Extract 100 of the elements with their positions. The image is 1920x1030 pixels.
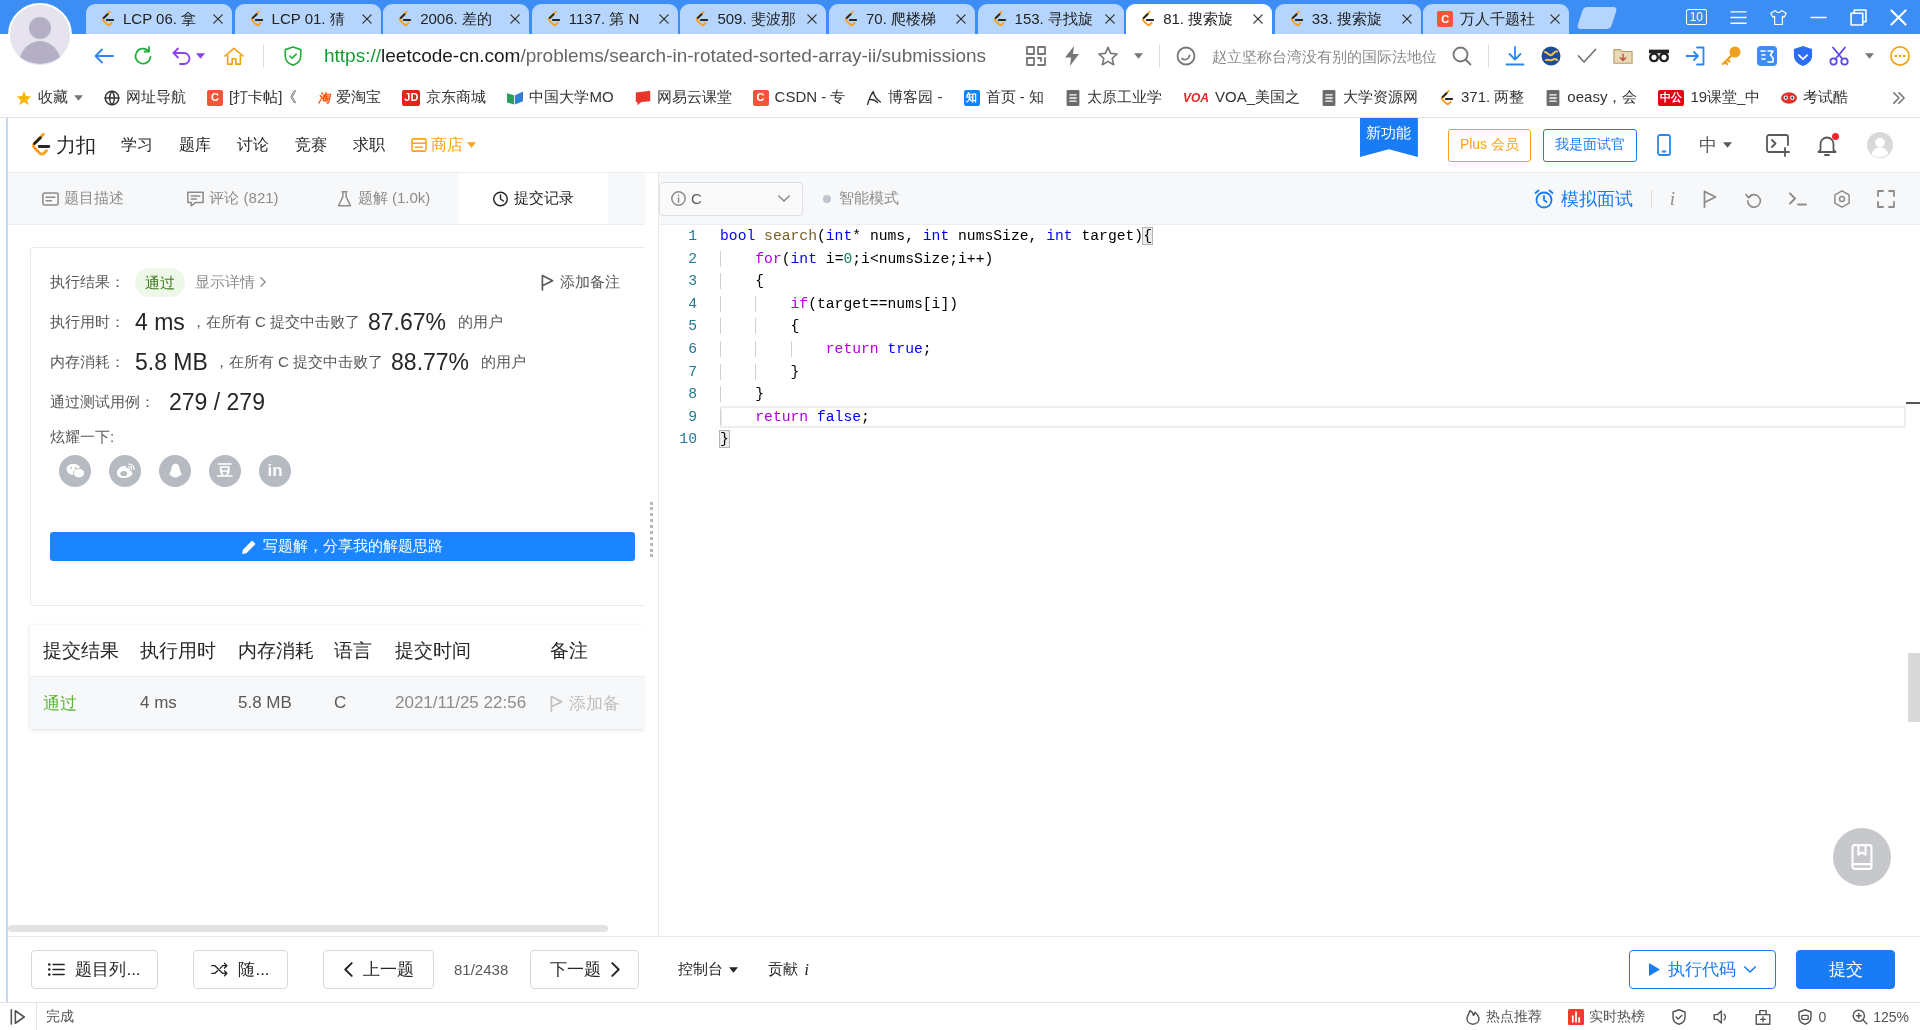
browser-tab[interactable]: 81. 搜索旋 [1126, 4, 1273, 34]
bell-icon[interactable] [1817, 134, 1837, 156]
back-icon[interactable] [94, 46, 114, 66]
search-engine-icon[interactable] [1176, 46, 1196, 66]
close-icon[interactable] [1401, 14, 1412, 24]
caret-icon[interactable] [1134, 53, 1143, 59]
flag-icon[interactable] [1701, 189, 1719, 208]
browser-tab[interactable]: 33. 搜索旋 [1274, 4, 1421, 34]
browser-tab[interactable]: C 万人千题社 [1423, 4, 1570, 34]
shield-icon[interactable] [1671, 1008, 1688, 1025]
bookmark-link[interactable]: 网易云课堂 [634, 88, 732, 107]
language-menu-button[interactable]: 中 [1699, 133, 1732, 157]
new-feature-ribbon[interactable]: 新功能 [1359, 118, 1418, 157]
phone-icon[interactable] [1657, 134, 1671, 156]
status-bar-item[interactable]: 125% [1852, 1008, 1909, 1025]
shirt-icon[interactable] [1770, 8, 1787, 26]
avatar-icon[interactable] [8, 3, 72, 67]
check-icon[interactable] [1577, 46, 1597, 66]
restore-icon[interactable] [1850, 8, 1867, 26]
previous-button[interactable]: 上一题 [323, 950, 434, 989]
fullscreen-icon[interactable] [1877, 189, 1895, 208]
nav-link[interactable]: 学习 [121, 134, 153, 156]
close-icon[interactable] [510, 14, 521, 24]
translate-icon[interactable] [1757, 46, 1777, 66]
bookmark-link[interactable]: 知 首页 - 知 [963, 88, 1044, 107]
refresh-icon[interactable] [133, 46, 153, 66]
close-icon[interactable] [658, 14, 669, 24]
nav-link[interactable]: 题库 [179, 134, 211, 156]
bookmark-link[interactable]: 博客园 - [866, 88, 943, 107]
close-icon[interactable] [1253, 14, 1264, 24]
bookmark-link[interactable]: 考试酷 [1781, 88, 1849, 107]
close-icon[interactable] [1550, 14, 1561, 24]
browser-tab[interactable]: 70. 爬楼梯 [828, 4, 975, 34]
browser-tab[interactable]: 509. 斐波那 [680, 4, 827, 34]
status-bar-item[interactable]: 热点推荐 [1465, 1007, 1543, 1026]
scrollbar-thumb[interactable] [8, 925, 608, 932]
terminal-plus-icon[interactable] [1766, 133, 1790, 157]
settings-icon[interactable] [1833, 189, 1851, 208]
bookmark-link[interactable]: 中公 19课堂_中 [1658, 88, 1761, 107]
close-icon[interactable] [955, 14, 966, 24]
bookmark-link[interactable]: 收藏 [16, 88, 83, 107]
globe-icon[interactable] [1541, 46, 1561, 66]
sidebar-toggle-icon[interactable] [10, 1008, 26, 1025]
bookmark-link[interactable]: 网址导航 [104, 88, 186, 107]
download-icon[interactable] [1505, 46, 1525, 66]
nav-link[interactable]: 求职 [353, 134, 385, 156]
browser-tab[interactable]: LCP 06. 拿 [86, 4, 232, 34]
status-bar-item[interactable]: 0 [1797, 1008, 1827, 1025]
shield-icon[interactable] [1793, 46, 1813, 66]
add-note-link[interactable]: 添加备注 [541, 272, 620, 292]
browser-tab[interactable]: LCP 01. 猜 [234, 4, 381, 34]
console-button[interactable]: 控制台 [678, 960, 739, 979]
caret-icon[interactable] [196, 53, 205, 59]
login-icon[interactable] [1685, 46, 1705, 66]
box-plus-icon[interactable] [1755, 1008, 1772, 1025]
bookmark-link[interactable]: 大学资源网 [1321, 88, 1418, 107]
bookmark-link[interactable]: C [打卡帖]《 [207, 88, 298, 107]
panel-tab[interactable]: 提交记录 [458, 173, 608, 224]
more-bookmarks-icon[interactable] [1892, 91, 1906, 104]
mock-interview-button[interactable]: 模拟面试 [1533, 186, 1633, 211]
browser-tab[interactable]: 153. 寻找旋 [977, 4, 1124, 34]
scrollbar-thumb[interactable] [1908, 653, 1920, 722]
submit-button[interactable]: 提交 [1796, 950, 1895, 989]
random-button[interactable]: 随... [193, 950, 288, 989]
browser-tab[interactable]: 2006. 差的 [383, 4, 530, 34]
status-bar-item[interactable]: 实时热榜 [1568, 1007, 1646, 1026]
browser-tab[interactable]: 1137. 第 N [531, 4, 678, 34]
bookmark-link[interactable]: C CSDN - 专 [752, 88, 846, 107]
lightning-icon[interactable] [1062, 46, 1082, 66]
caret-icon[interactable] [74, 94, 83, 101]
close-icon[interactable] [807, 14, 818, 24]
undo-icon[interactable] [172, 46, 192, 66]
bookmark-link[interactable]: VOA VOA_美国之 [1182, 88, 1300, 107]
language-select[interactable]: C [659, 181, 803, 216]
caret-icon[interactable] [1865, 53, 1874, 59]
interviewer-button[interactable]: 我是面试官 [1543, 128, 1637, 162]
search-icon[interactable] [1452, 46, 1472, 66]
close-icon[interactable] [1104, 14, 1115, 24]
bookmark-link[interactable]: 太原工业学 [1064, 88, 1162, 107]
run-code-button[interactable]: 执行代码 [1629, 950, 1776, 989]
bookmark-link[interactable]: 淘 爱淘宝 [318, 88, 382, 107]
write-solution-button[interactable]: 写题解，分享我的解题思路 [50, 532, 635, 561]
qr-code-icon[interactable] [1026, 46, 1046, 66]
contribute-button[interactable]: 贡献 i [768, 959, 809, 980]
bookmark-link[interactable]: JD 京东商城 [402, 88, 487, 107]
nav-link[interactable]: 讨论 [237, 134, 269, 156]
bookmark-link[interactable]: 中国大学MO [507, 88, 614, 107]
address-field[interactable]: https://leetcode-cn.com/problems/search-in-rotated-sorted-array-ii/submissions [324, 45, 987, 67]
close-icon[interactable] [213, 14, 223, 24]
scissors-icon[interactable] [1829, 46, 1849, 66]
nav-link[interactable]: 竞赛 [295, 134, 327, 156]
folder-icon[interactable] [1613, 46, 1633, 66]
star-icon[interactable] [1098, 46, 1118, 66]
details-link[interactable]: 显示详情 [195, 272, 266, 292]
menu-icon[interactable] [1730, 8, 1747, 26]
logo-link[interactable]: 力扣 [31, 131, 96, 159]
bookmark-link[interactable]: 371. 两整 [1439, 88, 1525, 107]
search-field[interactable]: 赵立坚称台湾没有别的国际法地位 [1212, 47, 1436, 65]
close-icon[interactable] [361, 14, 372, 24]
bookmark-link[interactable]: oeasy，会 [1545, 88, 1638, 107]
